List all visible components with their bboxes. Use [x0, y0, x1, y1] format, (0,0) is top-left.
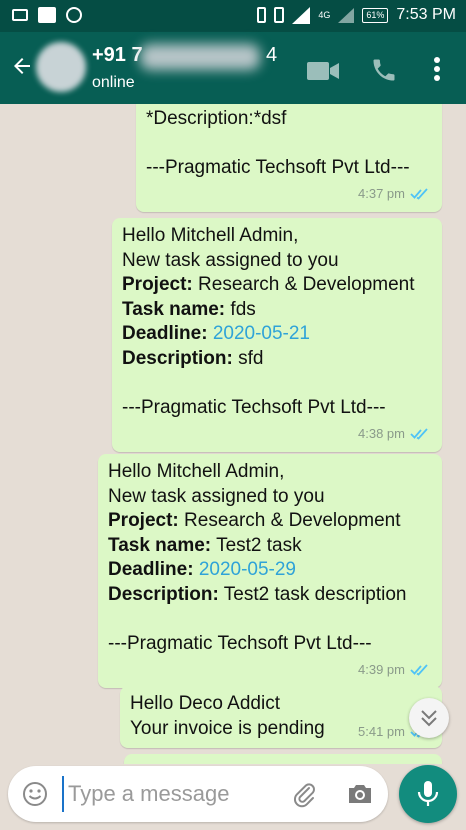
- clock: 7:53 PM: [396, 6, 456, 23]
- field-value: fds: [230, 298, 256, 320]
- message-line: ---Pragmatic Techsoft Pvt Ltd---: [146, 157, 410, 178]
- message-line: Hello Mitchell Admin,: [122, 225, 299, 246]
- gmail-notification-icon: [12, 9, 28, 21]
- voice-message-button[interactable]: [399, 765, 457, 823]
- message-line: New task assigned to you: [108, 485, 325, 507]
- deadline-date-link[interactable]: 2020-05-21: [213, 323, 310, 344]
- voice-call-icon[interactable]: [370, 56, 398, 84]
- message-composer: [8, 766, 388, 822]
- field-label: Description:: [108, 583, 219, 605]
- read-receipt-icon: [410, 428, 428, 440]
- signal-icon: [292, 6, 311, 24]
- video-call-icon[interactable]: [306, 60, 340, 82]
- vibrate-icon: [274, 7, 285, 23]
- field-value: Test2 task: [216, 534, 302, 556]
- field-label: Deadline:: [122, 323, 208, 344]
- message-line: Hello Mitchell Admin,: [108, 461, 285, 482]
- more-options-icon[interactable]: [426, 54, 448, 84]
- scroll-to-bottom-button[interactable]: [409, 698, 449, 738]
- message-time: 4:37 pm: [358, 185, 405, 201]
- camera-icon[interactable]: [346, 782, 374, 806]
- redacted-number: [140, 44, 260, 70]
- phone-icon: [257, 7, 267, 23]
- field-label: Task name:: [108, 534, 212, 556]
- chat-header: +91 7 4 online: [0, 32, 466, 104]
- message-line: *Description:*dsf: [146, 108, 287, 129]
- field-label: Task name:: [122, 298, 226, 320]
- presence-status: online: [92, 74, 135, 91]
- message-time: 5:41 pm: [358, 723, 405, 739]
- double-chevron-down-icon: [421, 710, 437, 727]
- emoji-icon[interactable]: [22, 781, 48, 807]
- message-time: 4:38 pm: [358, 425, 405, 441]
- message-list[interactable]: *Description:*dsf ---Pragmatic Techsoft …: [0, 104, 466, 764]
- battery-level: 61%: [362, 7, 389, 23]
- message-input[interactable]: [62, 776, 282, 812]
- signal-icon-2: [338, 7, 355, 23]
- field-label: Description:: [122, 347, 233, 369]
- field-label: Project:: [108, 510, 179, 531]
- status-bar: 4G 61% 7:53 PM: [0, 0, 466, 32]
- microphone-icon: [417, 781, 439, 806]
- message-bubble[interactable]: *Description:*dsf ---Pragmatic Techsoft …: [136, 104, 442, 212]
- field-value: Test2 task description: [223, 583, 407, 605]
- gallery-notification-icon: [38, 7, 56, 23]
- read-receipt-icon: [410, 188, 428, 200]
- field-value: Research & Development: [198, 274, 415, 295]
- contact-name-tail[interactable]: 4: [266, 44, 277, 67]
- data-saver-icon: [66, 7, 82, 23]
- message-line: ---Pragmatic Techsoft Pvt Ltd---: [108, 632, 372, 654]
- message-line: Hello Deco Addict: [130, 693, 280, 714]
- message-bubble-partial[interactable]: [124, 754, 442, 764]
- message-line: New task assigned to you: [122, 249, 339, 271]
- deadline-date-link[interactable]: 2020-05-29: [199, 559, 296, 580]
- message-bubble[interactable]: Hello Deco Addict Your invoice is pendin…: [120, 686, 442, 748]
- field-label: Project:: [122, 274, 193, 295]
- network-type: 4G: [318, 9, 331, 20]
- read-receipt-icon: [410, 664, 428, 676]
- back-arrow-icon[interactable]: [10, 54, 34, 78]
- field-value: sfd: [238, 347, 264, 369]
- contact-name[interactable]: +91 7: [92, 44, 143, 67]
- message-line: ---Pragmatic Techsoft Pvt Ltd---: [122, 396, 386, 418]
- message-bubble[interactable]: Hello Mitchell Admin, New task assigned …: [112, 218, 442, 452]
- field-label: Deadline:: [108, 559, 194, 580]
- message-time: 4:39 pm: [358, 661, 405, 677]
- attachment-icon[interactable]: [290, 780, 318, 808]
- message-bubble[interactable]: Hello Mitchell Admin, New task assigned …: [98, 454, 442, 688]
- field-value: Research & Development: [184, 510, 401, 531]
- contact-avatar[interactable]: [36, 42, 86, 92]
